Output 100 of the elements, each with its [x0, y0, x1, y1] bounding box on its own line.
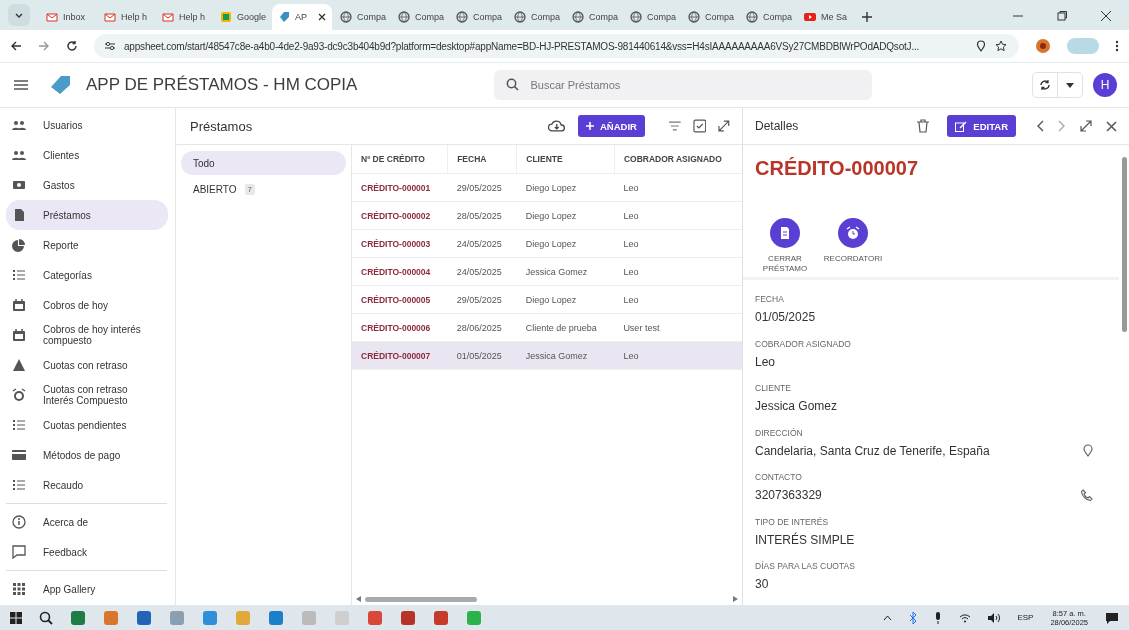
column-header[interactable]: CLIENTE	[516, 145, 615, 174]
forward-icon[interactable]	[38, 40, 50, 52]
filter-item[interactable]: Todo	[181, 151, 346, 175]
app-icon[interactable]	[103, 609, 119, 626]
document-icon	[220, 11, 232, 23]
extension-icon[interactable]	[1035, 38, 1051, 54]
app-icon[interactable]	[367, 609, 383, 626]
phone-icon[interactable]	[1081, 489, 1093, 501]
browser-tab[interactable]: Compa	[508, 4, 564, 30]
sidebar-item[interactable]: Acerca de	[6, 507, 167, 537]
sidebar-item[interactable]: App Gallery	[6, 574, 167, 604]
star-icon[interactable]	[995, 40, 1007, 52]
sidebar-item[interactable]: Cuotas con retraso	[6, 350, 167, 380]
edit-button[interactable]: EDITAR	[947, 115, 1016, 137]
scroll-right-icon[interactable]	[733, 596, 738, 602]
sidebar-item[interactable]: Métodos de pago	[6, 440, 167, 470]
back-icon[interactable]	[10, 40, 22, 52]
add-button[interactable]: AÑADIR	[577, 115, 645, 137]
app-icon[interactable]	[70, 609, 86, 626]
expand-icon[interactable]	[1080, 120, 1092, 132]
scrollbar-thumb[interactable]	[1121, 157, 1127, 332]
reload-icon[interactable]	[66, 40, 78, 52]
browser-tab[interactable]: Compa	[682, 4, 738, 30]
notification-icon[interactable]	[1105, 611, 1119, 624]
checkbox-icon[interactable]	[692, 119, 707, 133]
bluetooth-icon[interactable]	[909, 611, 918, 624]
browser-tab[interactable]: Compa	[566, 4, 622, 30]
browser-tab[interactable]: Compa	[392, 4, 448, 30]
menu-icon[interactable]	[1115, 40, 1119, 52]
close-icon[interactable]	[1106, 120, 1117, 132]
filter-item[interactable]: ABIERTO 7	[181, 177, 346, 201]
user-avatar[interactable]: H	[1093, 73, 1117, 97]
browser-tab[interactable]: Google	[214, 4, 270, 30]
app-icon[interactable]	[136, 609, 152, 626]
filter-icon[interactable]	[668, 121, 681, 131]
location-icon[interactable]	[975, 40, 987, 52]
trash-icon[interactable]	[917, 119, 930, 133]
chevron-left-icon[interactable]	[1036, 120, 1044, 132]
windows-icon[interactable]	[10, 611, 22, 624]
app-title: APP DE PRÉSTAMOS - HM COPIA	[86, 74, 358, 96]
close-icon[interactable]	[1101, 11, 1111, 21]
sidebar-item[interactable]: Reporte	[6, 230, 167, 260]
scrollbar-thumb[interactable]	[365, 596, 477, 602]
cloud-download-icon[interactable]	[548, 119, 566, 133]
site-settings-icon[interactable]	[104, 40, 116, 52]
table-row[interactable]: CRÉDITO-000005 29/05/2025 Diego Lopez Leo	[352, 285, 742, 314]
browser-tab[interactable]: Help h	[156, 4, 212, 30]
table-row[interactable]: CRÉDITO-000006 28/06/2025 Cliente de prueba User test	[352, 313, 742, 342]
app-icon[interactable]	[268, 609, 284, 626]
sidebar-item[interactable]: Recaudo	[6, 470, 167, 500]
app-icon[interactable]	[202, 609, 218, 626]
table-row[interactable]: CRÉDITO-000003 24/05/2025 Diego Lopez Leo	[352, 229, 742, 258]
browser-tab[interactable]: Help h	[98, 4, 154, 30]
action-button[interactable]: CERRAR PRÉSTAMO	[755, 218, 815, 275]
field-label: DIRECCIÓN	[755, 426, 804, 438]
sidebar-item[interactable]: Cuotas con retraso Interés Compuesto	[6, 380, 167, 410]
sidebar-item[interactable]: Cuotas pendientes	[6, 410, 167, 440]
caret-up-icon[interactable]	[883, 614, 893, 621]
new-tab-icon[interactable]	[862, 12, 872, 22]
sidebar-item[interactable]: Clientes	[6, 140, 167, 170]
column-header[interactable]: FECHA	[447, 145, 517, 174]
microphone-icon[interactable]	[934, 611, 943, 624]
table-row[interactable]: CRÉDITO-000001 29/05/2025 Diego Lopez Leo	[352, 173, 742, 202]
sidebar-item[interactable]: Gastos	[6, 170, 167, 200]
browser-tab[interactable]: Me Sa	[798, 4, 854, 30]
app-icon[interactable]	[400, 609, 416, 626]
table-row[interactable]: CRÉDITO-000004 24/05/2025 Jessica Gomez Leo	[352, 257, 742, 286]
table-row[interactable]: CRÉDITO-000002 28/05/2025 Diego Lopez Leo	[352, 201, 742, 230]
sidebar-item[interactable]: Usuarios	[6, 110, 167, 140]
browser-tab[interactable]: Compa	[334, 4, 390, 30]
tab-search-icon[interactable]	[8, 4, 30, 26]
restore-icon[interactable]	[1057, 11, 1067, 21]
column-header[interactable]: Nº DE CRÉDITO	[352, 145, 448, 174]
close-icon[interactable]	[318, 13, 326, 21]
wifi-icon[interactable]	[959, 612, 972, 623]
speaker-icon[interactable]	[988, 612, 1001, 623]
expand-icon[interactable]	[718, 120, 730, 132]
sidebar-item[interactable]: Préstamos	[6, 200, 168, 230]
browser-tab[interactable]: Compa	[624, 4, 680, 30]
sidebar-item[interactable]: Categorías	[6, 260, 167, 290]
tag-icon	[50, 75, 72, 95]
table-row[interactable]: CRÉDITO-000007 01/05/2025 Jessica Gomez Leo	[352, 341, 742, 370]
language-indicator[interactable]: ESP	[1017, 613, 1034, 622]
field-value: 30	[755, 577, 769, 591]
browser-tab[interactable]: AP	[272, 4, 332, 30]
search-field[interactable]: Buscar Préstamos	[494, 70, 873, 100]
location-icon[interactable]	[1083, 444, 1093, 457]
sidebar-item[interactable]: Cobros de hoy	[6, 290, 167, 320]
scroll-left-icon[interactable]	[356, 596, 361, 602]
search-icon[interactable]	[39, 610, 53, 625]
browser-tab[interactable]: Compa	[450, 4, 506, 30]
users-icon	[12, 118, 26, 132]
action-button[interactable]: RECORDATORI	[823, 218, 883, 275]
address-field[interactable]: appsheet.com/start/48547c8e-a4b0-4de2-9a93-dc9c3b404b9d?platform=desktop#appName=BD-HJ-PRESTAMOS-981440614&vss=H4sIAAAAAAAAA6VSy27CMBDBlWrPOdADQsotJ...	[94, 34, 1019, 58]
browser-tab[interactable]: Compa	[740, 4, 796, 30]
sidebar-item[interactable]: Cobros de hoy interés compuesto	[6, 320, 167, 350]
column-header[interactable]: COBRADOR ASIGNADO	[614, 145, 742, 174]
app-icon[interactable]	[433, 609, 449, 626]
browser-tab[interactable]: Inbox	[40, 4, 96, 30]
sidebar-item[interactable]: Feedback	[6, 537, 167, 567]
